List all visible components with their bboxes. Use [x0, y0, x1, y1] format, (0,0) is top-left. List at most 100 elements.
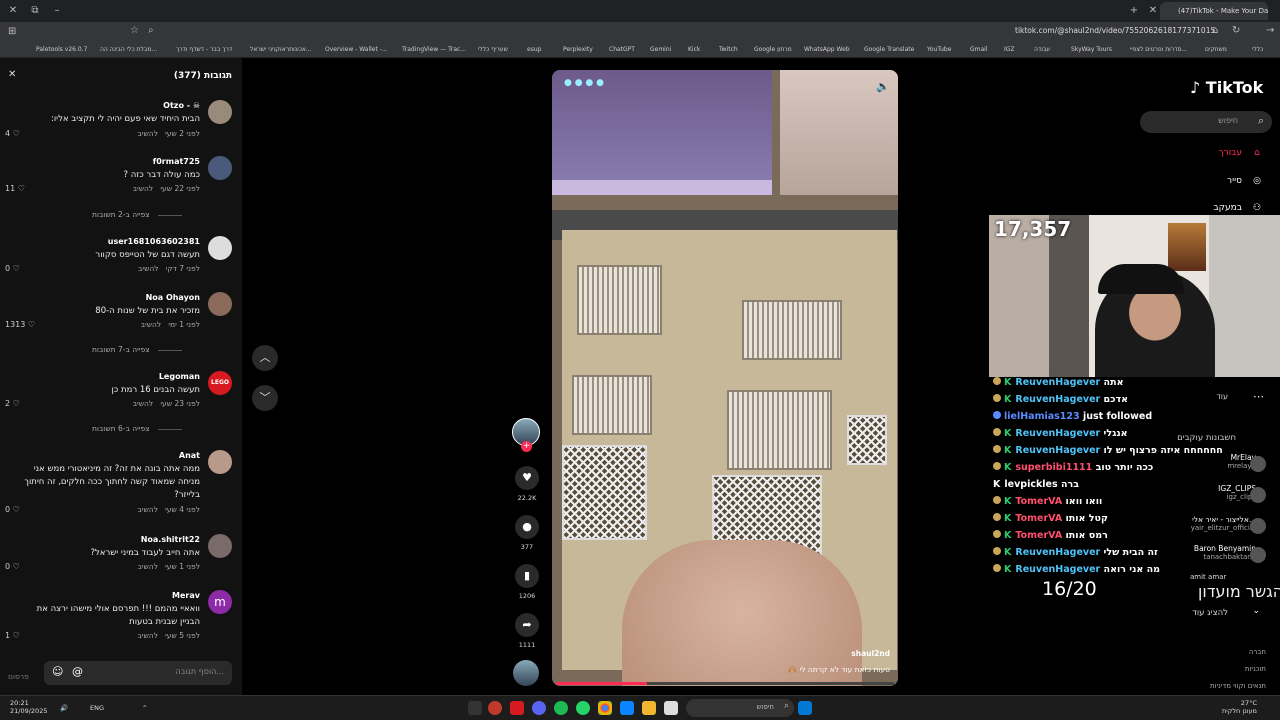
discord-icon[interactable] — [532, 701, 546, 715]
reply-link[interactable]: להשיב — [141, 320, 162, 329]
nav-following[interactable]: במעקב ⚇ — [1213, 203, 1264, 213]
bookmark[interactable]: סדרות ופרטים לצפיי... — [1130, 46, 1187, 53]
volume-icon[interactable]: 🔈 — [876, 80, 890, 93]
avatar[interactable] — [208, 292, 232, 316]
follow-button[interactable]: + — [521, 441, 532, 452]
app-icon[interactable] — [620, 701, 634, 715]
bookmark[interactable]: SkyWay Tours — [1071, 46, 1112, 53]
folder-icon[interactable] — [642, 701, 656, 715]
like-count[interactable]: 2 ♡ — [5, 399, 20, 408]
whatsapp-icon[interactable] — [576, 701, 590, 715]
bookmark[interactable]: IGZ — [1004, 46, 1015, 53]
bookmark[interactable]: WhatsApp Web — [804, 46, 850, 53]
avatar[interactable] — [208, 450, 232, 474]
bookmark[interactable]: שעריף כללי — [478, 46, 508, 53]
mention-icon[interactable]: @ — [72, 665, 83, 678]
bookmark[interactable]: כללי — [1252, 46, 1263, 53]
like-count[interactable]: 4 ♡ — [5, 129, 20, 138]
tab-tiktok[interactable]: (47)TikTok - Make Your Day — [1160, 2, 1268, 20]
reply-link[interactable]: להשיב — [138, 264, 159, 273]
avatar[interactable]: m — [208, 590, 232, 614]
account-avatar[interactable] — [1250, 456, 1266, 472]
bookmark[interactable]: ChatGPT — [609, 46, 635, 53]
more-label[interactable]: עוד — [1216, 392, 1228, 401]
nav-explore[interactable]: סייר ◎ — [1227, 176, 1264, 186]
like-action[interactable]: ♥ 22.2K — [515, 466, 539, 502]
like-count[interactable]: 0 ♡ — [5, 505, 20, 514]
sound-avatar[interactable] — [513, 660, 539, 686]
show-more-button[interactable]: להציג עוד — [1192, 608, 1228, 618]
volume-icon[interactable]: 🔊 — [60, 704, 68, 712]
account-avatar[interactable] — [1250, 518, 1266, 534]
footer-link[interactable]: תוכניות — [1245, 665, 1266, 673]
like-count[interactable]: 0 ♡ — [5, 562, 20, 571]
comment-user[interactable]: Merav — [172, 591, 200, 600]
comment-user[interactable]: f0rmat725 — [153, 157, 200, 166]
account-avatar[interactable] — [1250, 487, 1266, 503]
video-author[interactable]: shaul2nd — [851, 649, 890, 658]
bookmark[interactable]: עבודה — [1034, 46, 1050, 53]
avatar[interactable] — [208, 156, 232, 180]
next-video-button[interactable]: ﹀ — [252, 385, 278, 411]
comment-user[interactable]: Noa Ohayon — [146, 293, 200, 302]
close-comments-icon[interactable]: ✕ — [8, 69, 16, 80]
close-icon[interactable]: ✕ — [6, 4, 20, 18]
reply-link[interactable]: להשיב — [137, 129, 158, 138]
footer-link[interactable]: תנאים וקווי מדיניות — [1210, 682, 1266, 690]
video-player[interactable]: ● ● ● ● 🔈 shaul2nd טעות כזאת עוד לא קרתה… — [552, 70, 898, 686]
weather-widget[interactable]: 27°C מעונן חלקית — [1222, 699, 1257, 715]
following-account[interactable]: Baron Benyamin tanachbaktana — [1194, 544, 1256, 561]
bookmark[interactable]: Perplexity — [563, 46, 593, 53]
post-button[interactable]: פרסום — [8, 672, 29, 681]
bookmark[interactable]: Gmail — [970, 46, 988, 53]
tab-menu-icon[interactable]: ⧉ — [28, 4, 42, 18]
extensions-icon[interactable]: ⊞ — [8, 26, 16, 37]
bookmark[interactable]: Twitch — [719, 46, 738, 53]
forward-icon[interactable]: → — [1266, 25, 1274, 36]
chevron-up-icon[interactable]: ⌃ — [142, 704, 147, 712]
bookmark[interactable]: YouTube — [927, 46, 951, 53]
account-avatar[interactable] — [1250, 547, 1266, 563]
footer-link[interactable]: חברה — [1249, 648, 1266, 656]
search-input[interactable]: חיפוש ⌕ — [1140, 111, 1272, 133]
nav-for-you[interactable]: עבורך ⌂ — [1219, 148, 1264, 158]
tiktok-logo[interactable]: ♪ TikTok — [1190, 78, 1263, 97]
star-icon[interactable]: ☆ — [130, 25, 139, 36]
windows-start-icon[interactable] — [798, 701, 812, 715]
like-count[interactable]: 1313 ♡ — [5, 320, 35, 329]
app-icon[interactable] — [510, 701, 524, 715]
taskbar-search[interactable]: חיפוש ⌕ — [686, 699, 794, 717]
search-icon[interactable]: ⌕ — [148, 25, 154, 36]
url-field[interactable]: tiktok.com/@shaul2nd/video/7552062618177… — [1015, 26, 1215, 35]
home-icon[interactable]: ⌂ — [1212, 25, 1218, 36]
avatar[interactable] — [208, 534, 232, 558]
comment-input[interactable]: ☺ @ הוסף תגובה... — [44, 661, 232, 685]
following-account[interactable]: אלייצור - יאיר אלי...yair_elitzur_offici… — [1191, 515, 1256, 532]
new-tab-icon[interactable]: + — [1127, 4, 1141, 18]
bookmark[interactable]: Gemini — [650, 46, 671, 53]
bookmark[interactable]: Google Translate — [864, 46, 914, 53]
bookmark[interactable]: TradingView — Trac... — [402, 46, 466, 53]
bookmark[interactable]: Paletools v26.0.7 — [36, 46, 87, 53]
spotify-icon[interactable] — [554, 701, 568, 715]
bookmark[interactable]: Overview - Wallet -... — [325, 46, 388, 53]
reply-link[interactable]: להשיב — [133, 184, 154, 193]
previous-video-button[interactable]: ︿ — [252, 345, 278, 371]
avatar[interactable] — [208, 100, 232, 124]
bookmark[interactable]: Google מרתון — [754, 46, 792, 53]
app-icon[interactable] — [488, 701, 502, 715]
comment-user[interactable]: Otzo - ☠ — [163, 101, 200, 110]
reply-link[interactable]: להשיב — [133, 399, 154, 408]
share-action[interactable]: ➦ 1111 — [515, 613, 539, 649]
view-replies-button[interactable]: צפייה ב-2 תשובות — [92, 210, 182, 219]
like-count[interactable]: 1 ♡ — [5, 631, 20, 640]
bookmark[interactable]: esup — [527, 46, 541, 53]
avatar[interactable] — [208, 236, 232, 260]
save-action[interactable]: ▮ 1206 — [515, 564, 539, 600]
comment-user[interactable]: Legoman — [159, 372, 200, 381]
bookmark[interactable]: משחקים — [1205, 46, 1227, 53]
bookmark[interactable]: מבלת כלי הבינה הה... — [100, 46, 157, 53]
reply-link[interactable]: להשיב — [137, 505, 158, 514]
like-count[interactable]: 0 ♡ — [5, 264, 20, 273]
chevron-down-icon[interactable]: ⌄ — [1252, 606, 1260, 616]
